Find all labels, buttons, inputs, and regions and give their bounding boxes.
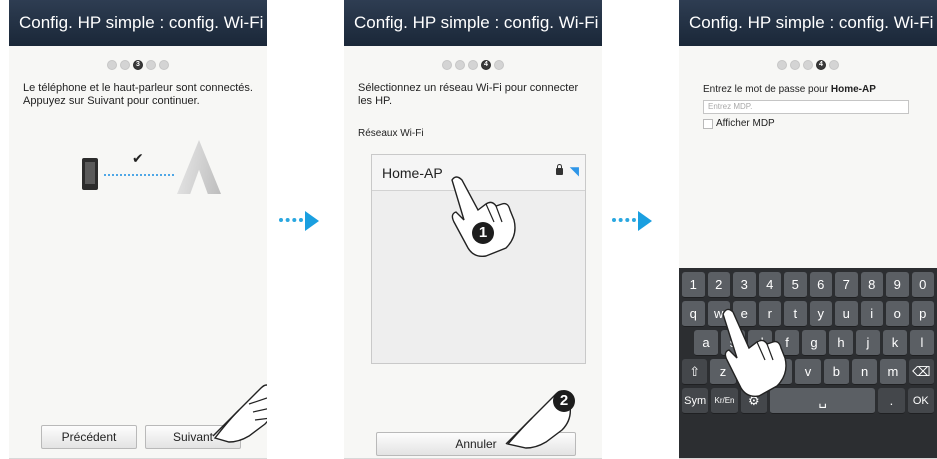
key[interactable]: n <box>851 359 878 385</box>
show-password-label: Afficher MDP <box>716 118 775 129</box>
instruction-figure: Config. HP simple : config. Wi-Fi 3 Le t… <box>0 0 937 459</box>
key[interactable]: 2 <box>707 272 730 298</box>
period-key[interactable]: . <box>878 388 905 414</box>
key[interactable]: o <box>886 301 909 327</box>
connection-line <box>104 174 174 176</box>
step-indicator: 4 <box>679 60 937 72</box>
symbol-key[interactable]: Sym <box>682 388 709 414</box>
step-dot <box>777 60 787 70</box>
arrow-dots <box>279 218 303 222</box>
show-password-row[interactable]: Afficher MDP <box>703 118 937 129</box>
step-dot <box>829 60 839 70</box>
arrow-head <box>305 211 319 231</box>
wifi-icon: ◥ <box>569 164 579 178</box>
arrow-head <box>638 211 652 231</box>
step-dot-active: 3 <box>133 60 143 70</box>
shift-key[interactable]: ⇧ <box>682 359 708 385</box>
key[interactable]: j <box>856 330 880 356</box>
step-dot <box>442 60 452 70</box>
backspace-key[interactable]: ⌫ <box>908 359 934 385</box>
step-dot <box>107 60 117 70</box>
arrow-right-icon <box>279 211 323 231</box>
key[interactable]: 9 <box>886 272 909 298</box>
key[interactable]: v <box>795 359 821 385</box>
key[interactable]: 3 <box>733 272 756 298</box>
key[interactable]: p <box>911 301 934 327</box>
key[interactable]: m <box>880 359 906 385</box>
step-dot <box>159 60 169 70</box>
step-dot <box>494 60 504 70</box>
screen-title: Config. HP simple : config. Wi-Fi <box>679 0 937 46</box>
step-dot-active: 4 <box>481 60 491 70</box>
arrow-dots <box>612 218 636 222</box>
phone-screen-password: Config. HP simple : config. Wi-Fi 4 Entr… <box>679 0 937 459</box>
phone-icon <box>82 158 98 190</box>
step-dot <box>803 60 813 70</box>
step-dot-active: 4 <box>816 60 826 70</box>
key[interactable]: b <box>823 359 849 385</box>
arrow-right-icon <box>612 211 656 231</box>
password-field[interactable]: Entrez MDP. <box>703 100 909 114</box>
key[interactable]: i <box>860 301 883 327</box>
password-prompt-text: Entrez le mot de passe pour <box>703 84 831 95</box>
key[interactable]: 6 <box>809 272 832 298</box>
phone-screen-network-select: Config. HP simple : config. Wi-Fi 4 Séle… <box>344 0 602 459</box>
connection-illustration: ✔ <box>9 114 267 224</box>
screen-title: Config. HP simple : config. Wi-Fi <box>9 0 267 46</box>
step-dot <box>146 60 156 70</box>
key[interactable]: 0 <box>911 272 934 298</box>
key[interactable]: 7 <box>835 272 858 298</box>
step-indicator: 3 <box>9 60 267 72</box>
step-dot <box>790 60 800 70</box>
key[interactable]: g <box>802 330 826 356</box>
pointing-hand-icon <box>722 308 787 398</box>
pointing-hand-icon <box>212 384 267 443</box>
key[interactable]: u <box>835 301 858 327</box>
step-indicator: 4 <box>344 60 602 72</box>
ok-key[interactable]: OK <box>907 388 934 414</box>
key[interactable]: 8 <box>860 272 883 298</box>
instruction-text: Sélectionnez un réseau Wi-Fi pour connec… <box>358 82 579 107</box>
speaker-icon <box>177 140 221 194</box>
previous-button[interactable]: Précédent <box>41 425 137 449</box>
networks-section-label: Réseaux Wi-Fi <box>358 128 424 139</box>
pointing-hand-icon <box>451 176 516 258</box>
step-dot <box>468 60 478 70</box>
key[interactable]: h <box>829 330 853 356</box>
callout-badge-1: 1 <box>472 222 494 244</box>
check-icon: ✔ <box>132 150 144 166</box>
step-dot <box>120 60 130 70</box>
callout-badge-2: 2 <box>553 390 575 412</box>
show-password-checkbox[interactable] <box>703 118 713 129</box>
key[interactable]: 1 <box>682 272 705 298</box>
key[interactable]: 4 <box>758 272 781 298</box>
screen-title: Config. HP simple : config. Wi-Fi <box>344 0 602 46</box>
key[interactable]: l <box>910 330 934 356</box>
key[interactable]: y <box>809 301 832 327</box>
keyboard-row-numbers: 1 2 3 4 5 6 7 8 9 0 <box>682 272 934 298</box>
step-dot <box>455 60 465 70</box>
phone-screen-connected: Config. HP simple : config. Wi-Fi 3 Le t… <box>9 0 267 459</box>
key[interactable]: k <box>883 330 907 356</box>
lock-icon <box>556 164 563 175</box>
key[interactable]: q <box>682 301 705 327</box>
pointing-hand-icon <box>505 390 572 449</box>
password-prompt: Entrez le mot de passe pour Home-AP <box>679 84 937 95</box>
key[interactable]: 5 <box>784 272 807 298</box>
instruction-text: Le téléphone et le haut-parleur sont con… <box>23 82 253 107</box>
network-name: Home-AP <box>830 84 876 95</box>
